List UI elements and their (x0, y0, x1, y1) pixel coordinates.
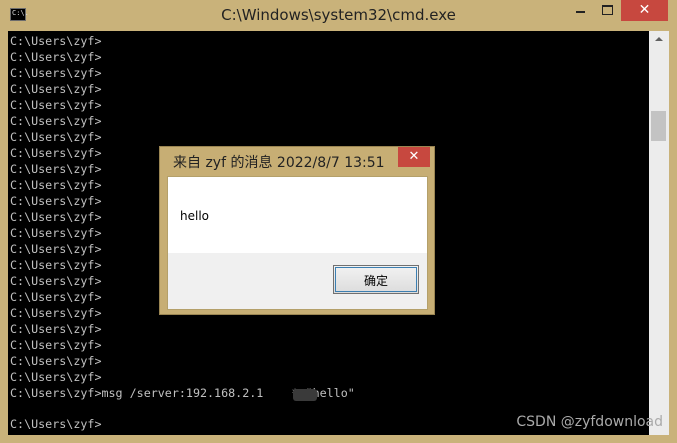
close-icon: ✕ (408, 149, 420, 164)
cmd-window: C:\. C:\Windows\system32\cmd.exe ✕ C:\Us… (0, 0, 677, 443)
console-line: C:\Users\zyf> (10, 66, 102, 80)
scroll-up-arrow-icon[interactable] (649, 31, 669, 48)
dialog-message: hello (180, 209, 209, 223)
dialog-content-area: hello (168, 177, 427, 253)
console-line: C:\Users\zyf> (10, 98, 102, 112)
minimize-button[interactable] (566, 0, 594, 21)
title-bar[interactable]: C:\. C:\Windows\system32\cmd.exe ✕ (0, 0, 677, 31)
console-line: C:\Users\zyf> (10, 338, 102, 352)
vertical-scrollbar[interactable] (649, 31, 669, 435)
console-line: C:\Users\zyf> (10, 130, 102, 144)
console-line: C:\Users\zyf> (10, 34, 102, 48)
console-line: C:\Users\zyf> (10, 114, 102, 128)
console-line: C:\Users\zyf> (10, 50, 102, 64)
ok-button-label: 确定 (363, 274, 388, 288)
maximize-button[interactable] (594, 0, 621, 21)
current-prompt-line[interactable]: C:\Users\zyf> (10, 416, 101, 432)
message-dialog: 来自 zyf 的消息 2022/8/7 13:51 ✕ hello 确定 (159, 146, 435, 315)
console-line: C:\Users\zyf> (10, 322, 102, 336)
scrollbar-thumb[interactable] (651, 111, 666, 141)
close-button[interactable]: ✕ (621, 0, 668, 21)
watermark: CSDN @zyfdownload (516, 414, 663, 430)
console-line: C:\Users\zyf> (10, 354, 102, 368)
dialog-body: hello 确定 (167, 176, 428, 310)
dialog-title: 来自 zyf 的消息 2022/8/7 13:51 (173, 155, 385, 171)
dialog-close-button[interactable]: ✕ (398, 147, 430, 167)
redacted-ip-part (293, 389, 317, 401)
console-line: C:\Users\zyf> (10, 82, 102, 96)
close-icon: ✕ (638, 2, 651, 18)
console-line: C:\Users\zyf> (10, 370, 102, 384)
ok-button[interactable]: 确定 (333, 265, 419, 294)
